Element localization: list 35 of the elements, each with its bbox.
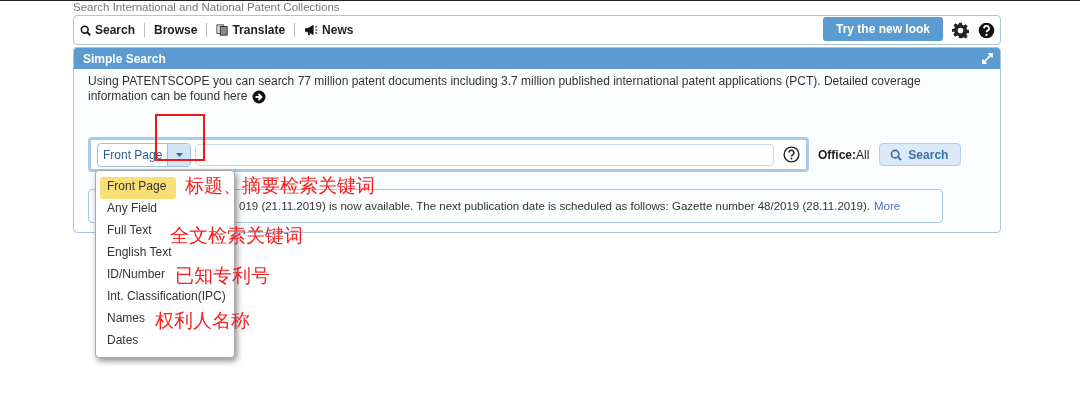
toolbar-link[interactable]: Search [80, 23, 136, 37]
page-subtitle: Search International and National Patent Collections [73, 1, 341, 15]
search-icon [890, 148, 903, 161]
annotation-text: 已知专利号 [175, 264, 270, 286]
more-link[interactable]: More [874, 200, 901, 212]
dropdown-option[interactable]: Dates [100, 331, 146, 353]
description-text: Using PATENTSCOPE you can search 77 million patent documents including 3.7 million published international patent applications (PCT). Detailed coverage [88, 74, 921, 89]
panel-title: Simple Search [83, 51, 166, 66]
toolbar-link[interactable]: News [304, 23, 354, 37]
search-icon [80, 24, 91, 36]
search-input[interactable] [195, 143, 774, 166]
annotation-text: 全文检索关键词 [170, 224, 303, 246]
annotation-text: 权利人名称 [155, 309, 250, 331]
dropdown-option[interactable]: ID/Number [100, 265, 172, 287]
help-icon[interactable] [783, 146, 800, 163]
dropdown-option[interactable]: Front Page [100, 177, 177, 199]
caret-icon[interactable] [167, 143, 191, 166]
annotation-text: 标题、摘要检索关键词 [185, 174, 375, 196]
dropdown-option[interactable]: English Text [100, 243, 179, 265]
expand-icon[interactable] [982, 53, 993, 64]
dropdown-option[interactable]: Any Field [100, 199, 165, 221]
notice-text: 019 (21.11.2019) is now available. The next publication date is scheduled as follows: Gazette number 48/2019 (28.11.2019). [239, 200, 870, 212]
document-icon [216, 24, 229, 36]
toolbar-link[interactable]: Browse [154, 23, 198, 37]
settings-icon[interactable] [952, 21, 969, 39]
toolbar-link[interactable]: Translate [216, 23, 286, 37]
description-text: information can be found here [88, 89, 248, 104]
dropdown-option[interactable]: Names [100, 309, 152, 331]
help-icon[interactable] [978, 21, 995, 39]
dropdown-option[interactable]: Full Text [100, 221, 159, 243]
arrow-circle-icon[interactable] [252, 89, 267, 104]
search-button[interactable]: Search [879, 143, 962, 166]
megaphone-icon [304, 24, 319, 36]
dropdown-option[interactable]: Int. Classification(IPC) [100, 287, 233, 309]
office-label: Office:All [818, 147, 870, 162]
